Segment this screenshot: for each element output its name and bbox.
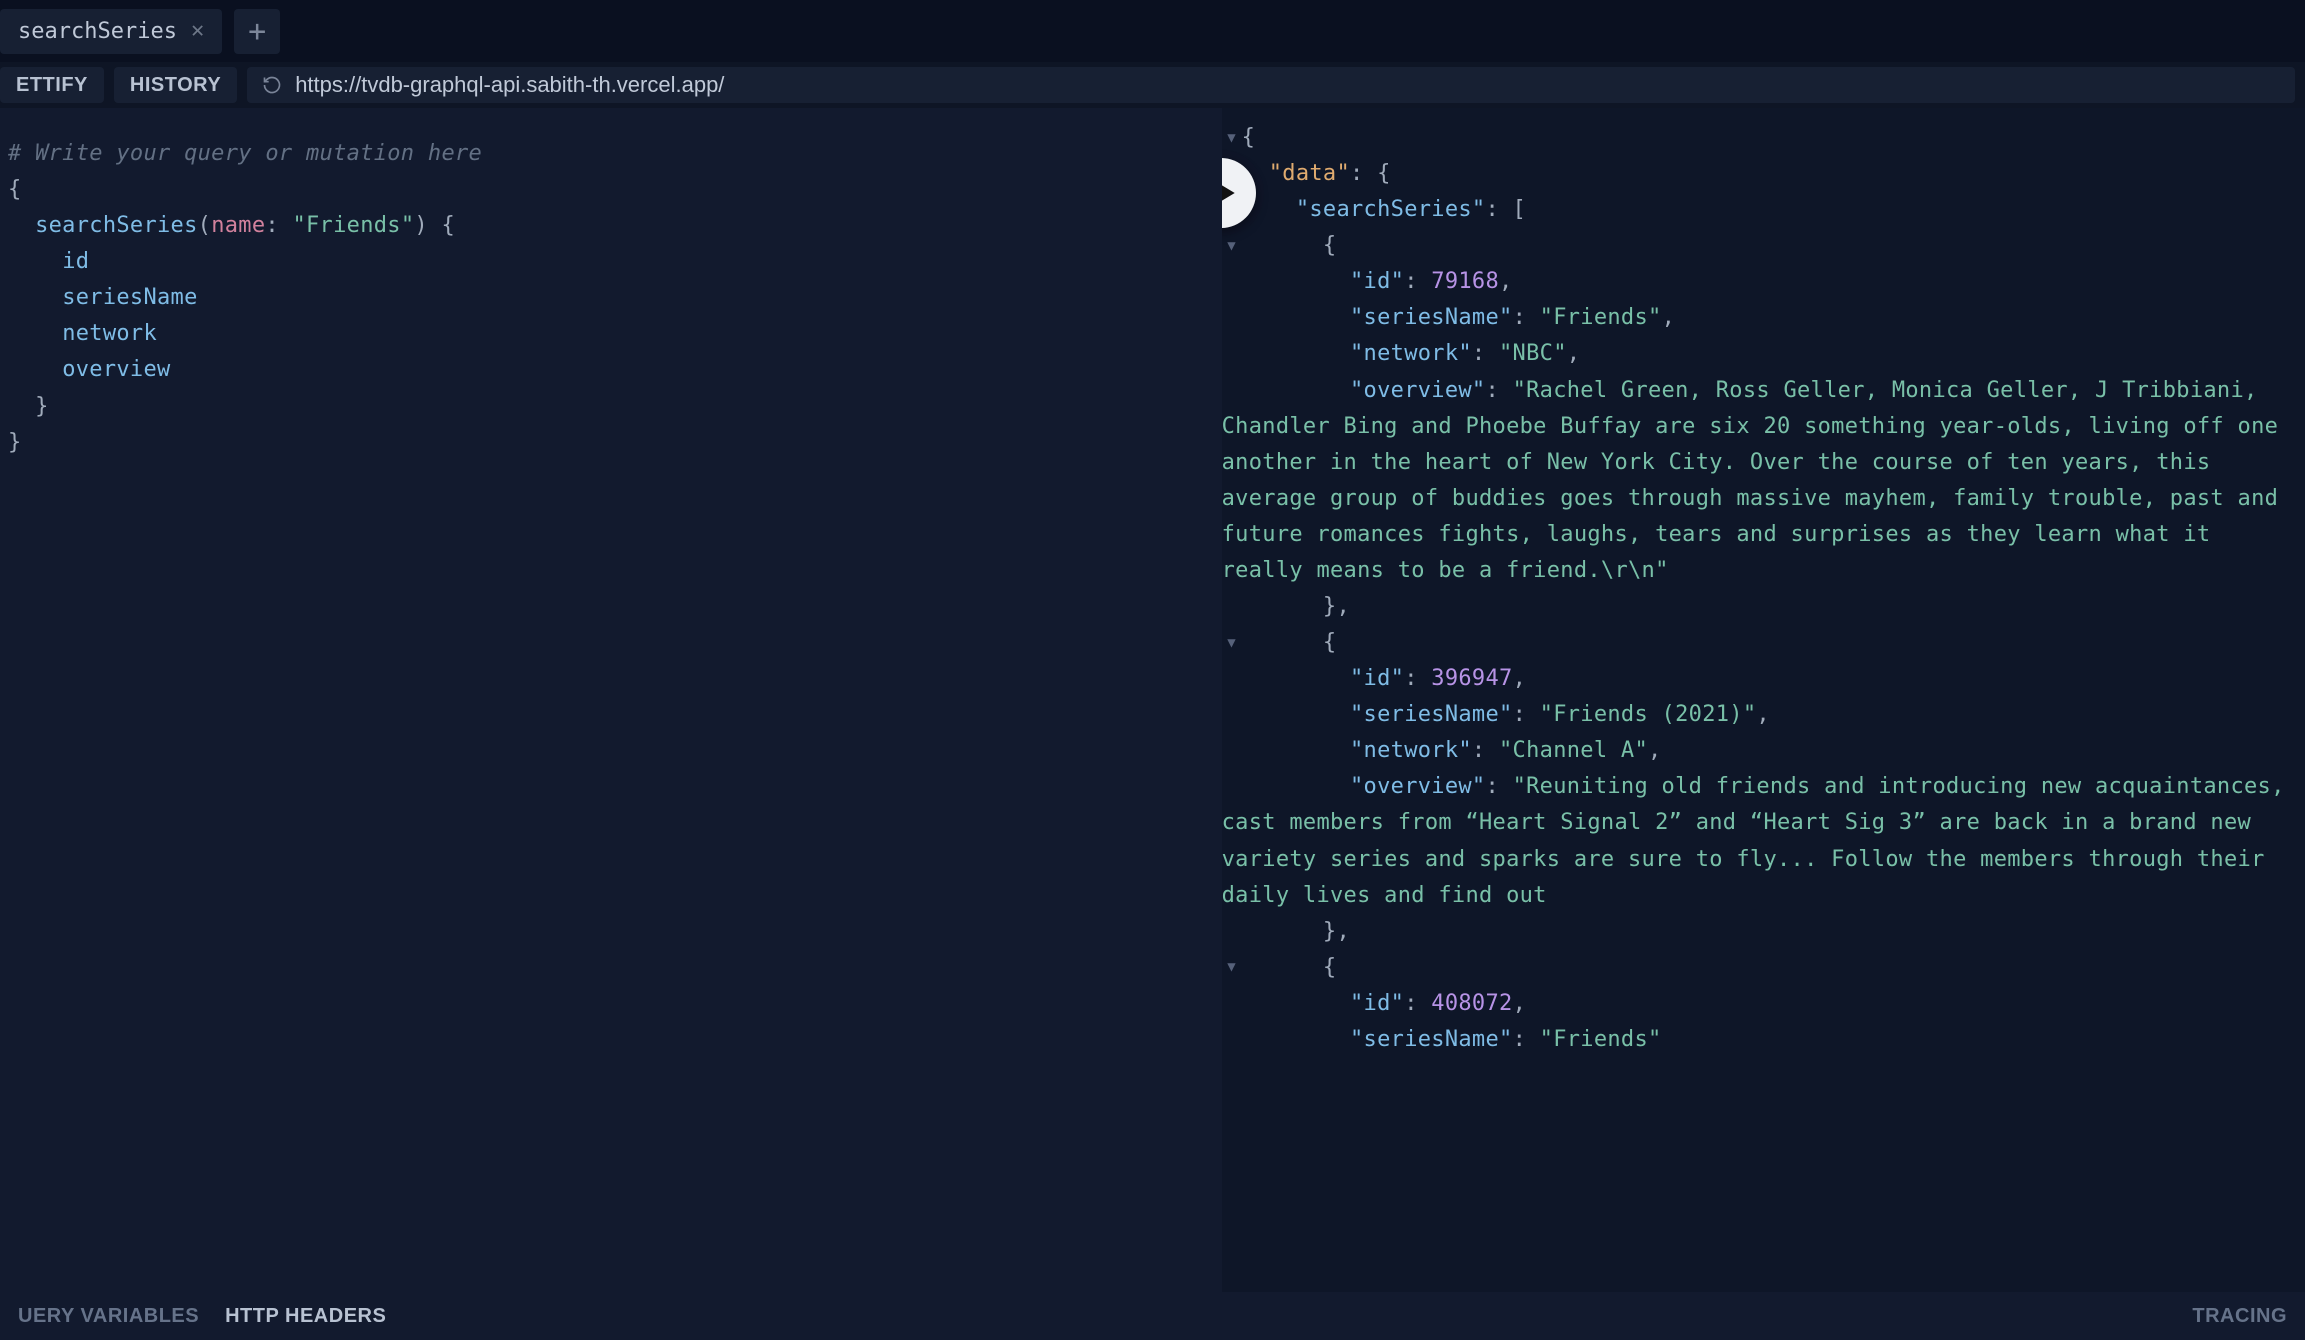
query-comment: # Write your query or mutation here: [8, 141, 482, 166]
bottom-bar: UERY VARIABLES HTTP HEADERS TRACING: [0, 1292, 2305, 1340]
new-tab-button[interactable]: +: [234, 9, 280, 54]
endpoint-bar: [247, 67, 2295, 103]
query-editor[interactable]: # Write your query or mutation here { se…: [0, 108, 1222, 1292]
tracing-tab[interactable]: TRACING: [2192, 1305, 2287, 1328]
tab-searchseries[interactable]: searchSeries ✕: [0, 9, 222, 54]
tab-title: searchSeries: [18, 19, 177, 44]
reload-icon[interactable]: [261, 74, 283, 96]
tabs-bar: searchSeries ✕ +: [0, 0, 2305, 62]
fold-icon[interactable]: ▼: [1222, 956, 1242, 979]
query-variables-tab[interactable]: UERY VARIABLES: [18, 1305, 199, 1328]
fold-icon[interactable]: ▼: [1222, 127, 1242, 150]
history-button[interactable]: HISTORY: [114, 67, 237, 103]
main-area: # Write your query or mutation here { se…: [0, 108, 2305, 1292]
plus-icon: +: [248, 14, 266, 49]
result-pane[interactable]: ▼{ ▼ "data": { ▼ "searchSeries": [ ▼ { "…: [1222, 108, 2305, 1292]
prettify-button[interactable]: ETTIFY: [0, 67, 104, 103]
http-headers-tab[interactable]: HTTP HEADERS: [225, 1305, 386, 1328]
endpoint-input[interactable]: [295, 72, 2281, 98]
toolbar: ETTIFY HISTORY: [0, 62, 2305, 108]
close-icon[interactable]: ✕: [191, 20, 204, 42]
fold-icon[interactable]: ▼: [1222, 235, 1242, 258]
play-icon: [1222, 178, 1237, 208]
fold-icon[interactable]: ▼: [1222, 632, 1242, 655]
